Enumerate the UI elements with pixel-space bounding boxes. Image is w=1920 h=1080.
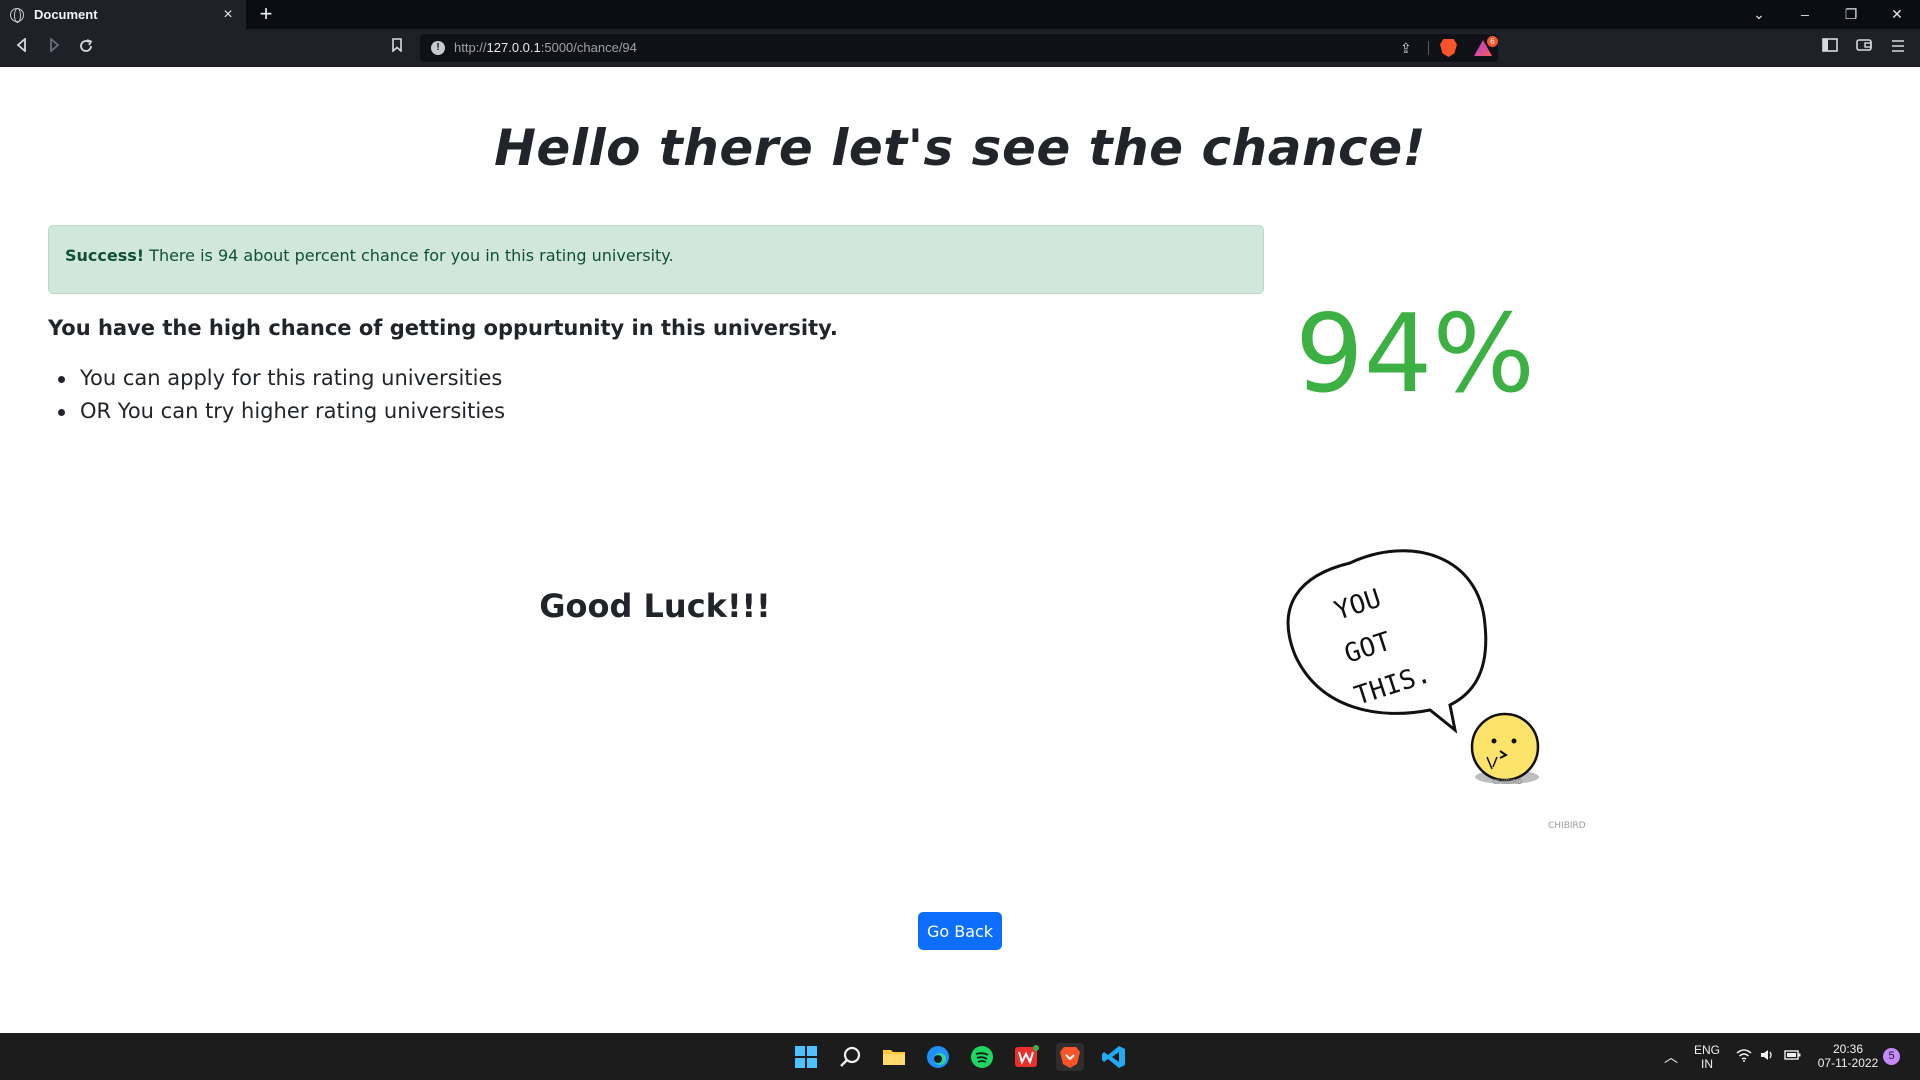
share-icon[interactable]: ⇪: [1400, 40, 1412, 57]
chibird-icon: [1470, 712, 1540, 782]
back-icon[interactable]: [12, 37, 32, 58]
tab-close-icon[interactable]: ×: [220, 6, 236, 24]
file-explorer-icon[interactable]: [880, 1043, 908, 1071]
wps-office-icon[interactable]: [1012, 1043, 1040, 1071]
volume-icon[interactable]: [1760, 1048, 1776, 1065]
wifi-icon[interactable]: [1736, 1048, 1752, 1065]
browser-tab-document[interactable]: Document ×: [0, 0, 246, 29]
chance-summary: You have the high chance of getting oppu…: [48, 316, 838, 340]
site-info-icon[interactable]: !: [431, 41, 445, 55]
browser-tab-strip: Document × + ⌄ – ❐ ✕: [0, 0, 1920, 29]
clock-time: 20:36: [1832, 1042, 1864, 1056]
bookmark-icon[interactable]: [387, 38, 407, 58]
menu-icon[interactable]: [1888, 38, 1908, 58]
edge-icon[interactable]: [924, 1043, 952, 1071]
address-bar[interactable]: ! http://127.0.0.1:5000/chance/94 ⇪ 6: [420, 34, 1498, 62]
language-indicator[interactable]: ENG IN: [1690, 1043, 1724, 1071]
wallet-icon[interactable]: [1854, 38, 1874, 58]
rewards-badge: 6: [1487, 36, 1498, 47]
forward-icon[interactable]: [44, 37, 64, 58]
alert-strong: Success!: [65, 246, 145, 265]
windows-start-icon[interactable]: [792, 1043, 820, 1071]
good-luck-text: Good Luck!!!: [539, 587, 771, 625]
illustration-signature: CHIBIRD: [1548, 821, 1586, 831]
close-window-button[interactable]: ✕: [1874, 0, 1920, 29]
tab-title: Document: [34, 7, 98, 22]
page-content: Hello there let's see the chance! Succes…: [0, 67, 1920, 1033]
url-text: http://127.0.0.1:5000/chance/94: [454, 40, 637, 55]
alert-text: There is 94 about percent chance for you…: [144, 246, 674, 265]
chance-percent: 94%: [1294, 292, 1536, 417]
tray-overflow-chevron-icon[interactable]: ︿: [1664, 1047, 1678, 1067]
restore-button[interactable]: ❐: [1828, 0, 1874, 29]
tips-list: You can apply for this rating universiti…: [48, 362, 505, 428]
page-heading: Hello there let's see the chance!: [494, 119, 1426, 177]
list-item: OR You can try higher rating universitie…: [48, 395, 505, 428]
reload-icon[interactable]: [76, 38, 96, 58]
clock-date: 07-11-2022: [1817, 1056, 1879, 1070]
bird-label: CHIBIRD: [1493, 778, 1522, 786]
clock[interactable]: 20:36 07-11-2022: [1812, 1042, 1884, 1070]
battery-icon[interactable]: [1784, 1048, 1802, 1065]
list-item: You can apply for this rating universiti…: [48, 362, 505, 395]
minimize-button[interactable]: –: [1782, 0, 1828, 29]
sidebar-icon[interactable]: [1820, 38, 1840, 58]
go-back-button[interactable]: Go Back: [918, 912, 1002, 950]
globe-icon: [10, 7, 24, 23]
browser-toolbar: ! http://127.0.0.1:5000/chance/94 ⇪ 6: [0, 29, 1920, 67]
urlbar-divider: [1428, 41, 1429, 55]
search-icon[interactable]: [836, 1043, 864, 1071]
success-alert: Success! There is 94 about percent chanc…: [48, 225, 1264, 294]
vscode-icon[interactable]: [1100, 1043, 1128, 1071]
brave-shields-icon[interactable]: [1440, 39, 1457, 57]
brave-taskbar-icon[interactable]: [1056, 1043, 1084, 1071]
tab-search-chevron-icon[interactable]: ⌄: [1736, 0, 1782, 29]
spotify-icon[interactable]: [968, 1043, 996, 1071]
you-got-this-illustration: YOU GOT THIS. CHIBIRD CHIBIRD: [1286, 549, 1586, 831]
taskbar: ︿ ENG IN 20:36 07-11-2022 5: [0, 1033, 1920, 1080]
notification-badge[interactable]: 5: [1883, 1048, 1900, 1065]
new-tab-button[interactable]: +: [256, 2, 276, 26]
